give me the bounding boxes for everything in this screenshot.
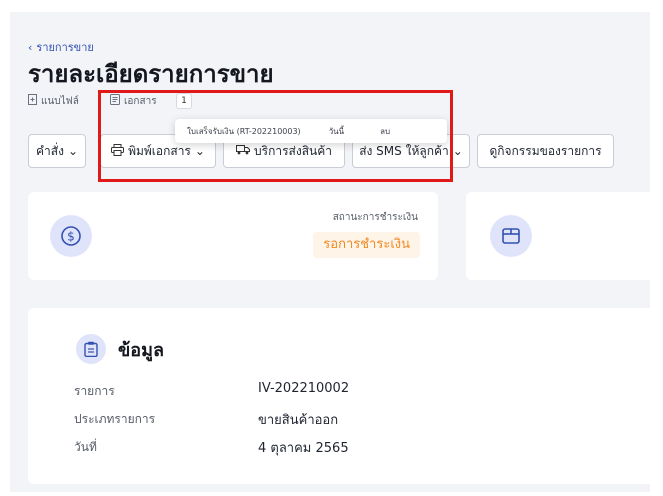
document-date: วันนี้ xyxy=(328,126,345,136)
dollar-coin-icon: $ xyxy=(50,215,92,257)
chevron-down-icon: ⌄ xyxy=(194,144,205,158)
command-label: คำสั่ง xyxy=(35,143,64,158)
attachment-icon xyxy=(28,94,37,108)
svg-text:$: $ xyxy=(67,230,75,244)
payment-status-label: สถานะการชำระเงิน xyxy=(332,212,418,223)
box-icon xyxy=(490,215,532,257)
delete-document-button[interactable]: ลบ xyxy=(380,125,390,138)
view-activity-button[interactable]: ดูกิจกรรมของรายการ xyxy=(477,134,614,168)
page-title: รายละเอียดรายการขาย xyxy=(28,60,274,88)
row-label: วันที่ xyxy=(74,440,97,454)
payment-status-badge: รอการชำระเงิน xyxy=(313,232,420,258)
row-value: ขายสินค้าออก xyxy=(258,413,339,428)
documents-dropdown: ใบเสร็จรับเงิน (RT-202210003) วันนี้ ลบ xyxy=(175,119,447,143)
command-button[interactable]: คำสั่ง ⌄ xyxy=(28,134,86,168)
print-label: พิมพ์เอกสาร xyxy=(128,143,191,158)
payment-status-card: $ สถานะการชำระเงิน รอการชำระเงิน xyxy=(28,192,438,280)
truck-icon xyxy=(236,144,250,158)
info-title: ข้อมูล xyxy=(118,339,165,361)
shipping-label: บริการส่งสินค้า xyxy=(254,143,332,158)
printer-icon xyxy=(111,143,125,159)
row-value: IV-202210002 xyxy=(258,381,350,396)
tab-documents[interactable]: เอกสาร xyxy=(110,94,157,109)
tab-attachments[interactable]: แนบไฟล์ xyxy=(28,94,79,109)
breadcrumb-label: รายการขาย xyxy=(36,41,94,54)
tab-documents-label: เอกสาร xyxy=(124,96,157,107)
documents-count-badge: 1 xyxy=(176,93,192,109)
chevron-left-icon: ‹ xyxy=(28,41,33,54)
document-icon xyxy=(110,94,120,108)
chevron-down-icon: ⌄ xyxy=(452,144,463,158)
activity-label: ดูกิจกรรมของรายการ xyxy=(489,143,602,158)
clipboard-icon xyxy=(76,334,106,364)
info-section: ข้อมูล รายการ IV-202210002 ประเภทรายการ … xyxy=(28,308,650,484)
document-link[interactable]: ใบเสร็จรับเงิน (RT-202210003) xyxy=(187,125,301,138)
chevron-down-icon: ⌄ xyxy=(67,144,78,158)
row-label: ประเภทรายการ xyxy=(74,412,156,426)
tab-attachments-label: แนบไฟล์ xyxy=(41,96,79,107)
shipping-status-card xyxy=(466,192,650,280)
row-label: รายการ xyxy=(74,384,115,398)
sms-label: ส่ง SMS ให้ลูกค้า xyxy=(359,143,449,158)
info-header: ข้อมูล xyxy=(76,334,164,364)
row-value: 4 ตุลาคม 2565 xyxy=(258,441,349,456)
screen: ‹ รายการขาย รายละเอียดรายการขาย แนบไฟล์ เ… xyxy=(10,12,650,492)
